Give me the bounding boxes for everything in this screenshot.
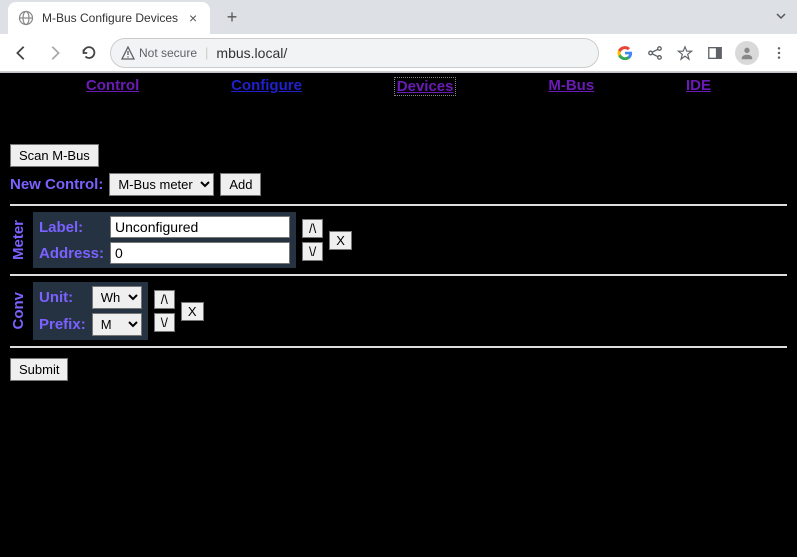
conv-prefix-label: Prefix: (39, 316, 86, 333)
meter-label-input[interactable] (110, 216, 290, 238)
meter-label-label: Label: (39, 219, 104, 236)
submit-button[interactable]: Submit (10, 358, 68, 381)
meter-down-button[interactable]: \/ (302, 242, 323, 261)
content-area: Scan M-Bus New Control: M-Bus meter Add … (0, 100, 797, 391)
divider: | (205, 45, 208, 60)
nav-mbus[interactable]: M-Bus (548, 77, 594, 96)
conv-unit-label: Unit: (39, 289, 86, 306)
menu-icon[interactable] (769, 43, 789, 63)
nav-configure[interactable]: Configure (231, 77, 302, 96)
meter-device-row: Meter Label: Address: /\ \/ X (10, 212, 787, 268)
nav-devices[interactable]: Devices (394, 77, 457, 96)
security-text: Not secure (139, 46, 197, 60)
avatar[interactable] (735, 41, 759, 65)
new-tab-button[interactable]: + (220, 7, 244, 28)
add-button[interactable]: Add (220, 173, 261, 196)
scan-mbus-button[interactable]: Scan M-Bus (10, 144, 99, 167)
conv-fields: Unit: Wh Prefix: M (33, 282, 148, 340)
browser-tab[interactable]: M-Bus Configure Devices × (8, 2, 210, 34)
scan-row: Scan M-Bus (10, 144, 787, 167)
new-control-label: New Control: (10, 176, 103, 193)
nav-ide[interactable]: IDE (686, 77, 711, 96)
url-text: mbus.local/ (216, 45, 287, 61)
share-icon[interactable] (645, 43, 665, 63)
conv-device-row: Conv Unit: Wh Prefix: M /\ \/ X (10, 282, 787, 340)
back-button[interactable] (8, 40, 34, 66)
panel-icon[interactable] (705, 43, 725, 63)
conv-down-button[interactable]: \/ (154, 313, 175, 332)
not-secure-icon: Not secure (121, 46, 197, 60)
new-control-select[interactable]: M-Bus meter (109, 173, 214, 196)
divider (10, 346, 787, 348)
reload-button[interactable] (76, 40, 102, 66)
submit-row: Submit (10, 358, 787, 381)
browser-toolbar: Not secure | mbus.local/ (0, 34, 797, 72)
new-control-row: New Control: M-Bus meter Add (10, 173, 787, 196)
globe-icon (18, 10, 34, 26)
nav-control[interactable]: Control (86, 77, 139, 96)
chevron-down-icon[interactable] (775, 9, 787, 25)
star-icon[interactable] (675, 43, 695, 63)
toolbar-icons (607, 41, 789, 65)
divider (10, 204, 787, 206)
browser-chrome: M-Bus Configure Devices × + Not secure |… (0, 0, 797, 73)
meter-address-label: Address: (39, 245, 104, 262)
meter-delete-button[interactable]: X (329, 231, 352, 250)
conv-updown: /\ \/ (154, 290, 175, 332)
address-bar[interactable]: Not secure | mbus.local/ (110, 38, 599, 68)
forward-button[interactable] (42, 40, 68, 66)
divider (10, 274, 787, 276)
conv-delete-button[interactable]: X (181, 302, 204, 321)
meter-updown: /\ \/ (302, 219, 323, 261)
tab-title: M-Bus Configure Devices (42, 11, 178, 25)
tab-bar: M-Bus Configure Devices × + (0, 0, 797, 34)
conv-prefix-select[interactable]: M (92, 313, 142, 336)
conv-up-button[interactable]: /\ (154, 290, 175, 309)
meter-address-input[interactable] (110, 242, 290, 264)
meter-up-button[interactable]: /\ (302, 219, 323, 238)
nav-links: Control Configure Devices M-Bus IDE (0, 73, 797, 100)
meter-fields: Label: Address: (33, 212, 296, 268)
close-icon[interactable]: × (186, 10, 200, 26)
conv-label: Conv (10, 288, 27, 334)
meter-label: Meter (10, 216, 27, 264)
page-content: Control Configure Devices M-Bus IDE Scan… (0, 73, 797, 557)
conv-unit-select[interactable]: Wh (92, 286, 142, 309)
google-icon[interactable] (615, 43, 635, 63)
